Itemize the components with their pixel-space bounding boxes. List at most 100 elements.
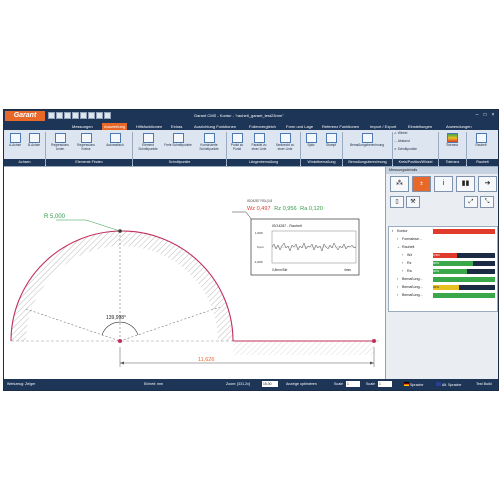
free-intersection-icon: [172, 133, 184, 143]
tree-row[interactable]: ▪ Kontur: [389, 228, 497, 235]
measurement-values-icon[interactable]: ±: [412, 176, 431, 192]
automatic-button[interactable]: Automatisch: [100, 132, 130, 158]
regression-circles-button[interactable]: Regressions Kreise: [74, 132, 98, 158]
open-file-icon[interactable]: [56, 112, 63, 119]
hierarchy-icon[interactable]: ⁂: [390, 176, 409, 192]
export-arrow-icon[interactable]: ➔: [478, 176, 497, 192]
dimension-calculation-button[interactable]: Bemaßungsberechnung: [344, 132, 390, 158]
tab-folienvergleich[interactable]: Folienvergleich: [247, 123, 278, 130]
columns-icon[interactable]: ▮▮: [456, 176, 475, 192]
parallel-line-label: Parallel zu einer Linie: [251, 143, 267, 151]
tab-form-und-lage[interactable]: Form und Lage: [284, 123, 315, 130]
copy-icon[interactable]: [80, 112, 87, 119]
tree-row[interactable]: ⌄ Rauheit: [389, 244, 497, 251]
tree-expander-icon[interactable]: ▪: [392, 228, 393, 235]
tree-expander-icon[interactable]: ›: [402, 260, 403, 267]
inset-x-right: 4mm: [344, 268, 351, 272]
optimize-display-button[interactable]: Anzeige optimieren: [286, 382, 317, 386]
traffic-light-icon[interactable]: ▯: [390, 196, 404, 208]
save-icon[interactable]: [64, 112, 71, 119]
tree-expander-icon[interactable]: ›: [402, 268, 403, 275]
parallel-line-icon: [253, 133, 265, 143]
application-window: Garant Garant CMS - Kontur - "rauheit_ga…: [3, 109, 499, 391]
constructed-intersections-button[interactable]: Konstruierte Schnittpunkte: [194, 132, 224, 158]
scale-2-input[interactable]: 1: [378, 381, 392, 387]
info-icon[interactable]: i: [434, 176, 453, 192]
undo-icon[interactable]: [88, 112, 95, 119]
help-icon[interactable]: [104, 112, 111, 119]
redo-icon[interactable]: [96, 112, 103, 119]
tree-label: Rz: [407, 261, 412, 265]
minimize-icon[interactable]: –: [474, 112, 480, 118]
roughness-button[interactable]: Rauheit: [468, 132, 494, 158]
length-label[interactable]: 11,626: [198, 357, 214, 363]
status-unit[interactable]: Einheit: mm: [144, 382, 163, 386]
tolerance-button[interactable]: Toleranz: [440, 132, 464, 158]
close-icon[interactable]: ×: [490, 112, 496, 118]
german-flag-icon: [404, 382, 409, 386]
dimension-calculation-label: Bemaßungsberechnung: [349, 143, 385, 147]
free-intersections-button[interactable]: Freie Schnittpunkte: [164, 132, 192, 158]
ra-value: Ra 0,120: [300, 206, 323, 212]
axis-a-button[interactable]: A-Achse: [6, 132, 24, 158]
alt-language-select[interactable]: Alt. Sprache: [436, 382, 461, 387]
tab-anwendungen[interactable]: Anwendungen: [444, 123, 474, 130]
tree-row[interactable]: › Bemaßung...: [389, 276, 497, 283]
zoom-input[interactable]: 15,00: [262, 381, 278, 387]
contour-drawing[interactable]: R 5,000 139,998° 11,626 ISO4287 RSL(0,8 …: [4, 167, 382, 379]
acute-angle-button[interactable]: Spitz: [302, 132, 320, 158]
tree-row[interactable]: › Formabwe...: [389, 236, 497, 243]
parallel-line-button[interactable]: Parallel zu einer Linie: [248, 132, 270, 158]
tree-expander-icon[interactable]: ›: [402, 252, 403, 259]
tab-extras[interactable]: Extras: [169, 123, 184, 130]
scale-1-input[interactable]: 1: [346, 381, 360, 387]
tree-expander-icon[interactable]: ⌄: [397, 244, 400, 251]
language-select[interactable]: Sprache: [404, 382, 423, 387]
point-to-point-button[interactable]: Punkt zu Punkt: [228, 132, 246, 158]
tree-expander-icon[interactable]: ›: [397, 292, 398, 299]
tree-expander-icon[interactable]: ›: [397, 276, 398, 283]
perpendicular-line-icon: [279, 133, 291, 143]
tree-row[interactable]: › Bemaßung...: [389, 292, 497, 299]
tree-expander-icon[interactable]: ›: [397, 236, 398, 243]
element-intersections-button[interactable]: Element Schnittpunkte: [134, 132, 162, 158]
angle-label[interactable]: 139,998°: [106, 315, 126, 321]
tree-row[interactable]: › Wz 0,9%: [389, 252, 497, 259]
tab-ausrichtung[interactable]: Ausrichtung Funktionen: [192, 123, 238, 130]
radius-leader-pointer: [85, 219, 121, 232]
tab-referenz[interactable]: Referenz Funktionen: [320, 123, 361, 130]
status-bar-bemassung-2: 20%: [433, 285, 459, 290]
tab-import-export[interactable]: Import / Export: [368, 123, 398, 130]
contour-arc[interactable]: [10, 230, 234, 342]
perpendicular-line-button[interactable]: Senkrecht zu einer Linie: [272, 132, 298, 158]
expand-icon[interactable]: ⤢: [464, 196, 478, 208]
panel-title: Messungsdetails: [386, 167, 498, 174]
tree-row[interactable]: › Ra 60%: [389, 268, 497, 275]
new-file-icon[interactable]: [48, 112, 55, 119]
maximize-icon[interactable]: □: [482, 112, 488, 118]
intersections-button[interactable]: ✕ Schnittpunkte: [394, 147, 436, 156]
dimension-calc-icon: [361, 133, 373, 143]
tree-row[interactable]: › Rz 80%: [389, 260, 497, 267]
tree-expander-icon[interactable]: ›: [397, 284, 398, 291]
tree-label: Bemaßung...: [402, 285, 423, 289]
center-point-marker[interactable]: [118, 339, 122, 343]
obtuse-angle-button[interactable]: Stumpf: [322, 132, 340, 158]
tab-hilfsfunktionen[interactable]: Hilfsfunktionen: [134, 123, 164, 130]
collapse-icon[interactable]: ⤡: [480, 196, 494, 208]
drawing-canvas[interactable]: R 5,000 139,998° 11,626 ISO4287 RSL(0,8 …: [4, 167, 382, 379]
window-title: Garant CMS - Kontur - "rauheit_garant_te…: [194, 113, 284, 118]
end-point-marker[interactable]: [372, 339, 376, 343]
roughness-label: Rauheit: [475, 143, 487, 147]
wrench-icon[interactable]: ⚒: [406, 196, 420, 208]
axis-b-button[interactable]: B-Achse: [25, 132, 43, 158]
tree-row[interactable]: › Bemaßung... 20%: [389, 284, 497, 291]
status-bar-ra: 60%: [433, 269, 467, 274]
tab-messungen[interactable]: Messungen: [70, 123, 95, 130]
print-icon[interactable]: [72, 112, 79, 119]
tab-auswertung[interactable]: Auswertung: [102, 123, 128, 130]
tab-einstellungen[interactable]: Einstellungen: [406, 123, 434, 130]
radius-label[interactable]: R 5,000: [44, 214, 66, 220]
roughness-values[interactable]: Wz 0,497 Rz 0,956 Ra 0,120: [247, 206, 323, 212]
regression-lines-button[interactable]: Regressions Linien: [48, 132, 72, 158]
